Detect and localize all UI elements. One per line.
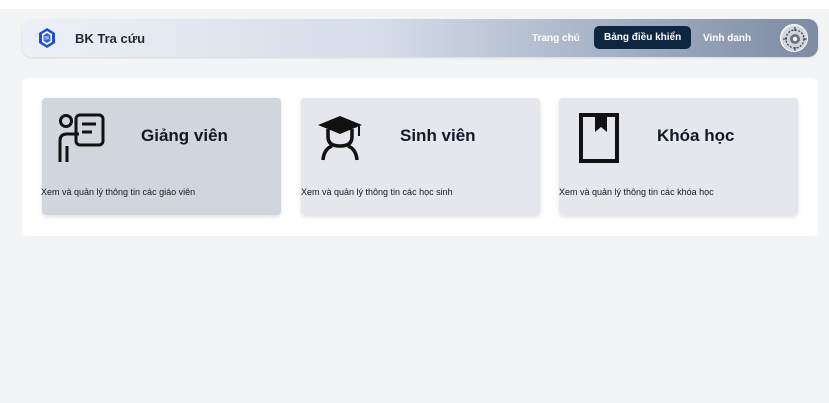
card-title: Sinh viên: [400, 126, 476, 145]
card-students[interactable]: Sinh viên Xem và quản lý thông tin các h…: [301, 98, 540, 215]
teacher-icon: [58, 113, 105, 162]
card-description: Xem và quản lý thông tin các học sinh: [301, 187, 453, 197]
user-avatar[interactable]: [780, 24, 808, 52]
svg-text:BK: BK: [44, 36, 50, 41]
content-panel: Giảng viên Xem và quản lý thông tin các …: [22, 78, 818, 236]
avatar-pattern-icon: [782, 26, 807, 51]
book-bookmark-icon: [579, 113, 619, 163]
student-graduate-icon: [318, 116, 362, 161]
card-teachers[interactable]: Giảng viên Xem và quản lý thông tin các …: [41, 98, 281, 215]
navbar: BK BK Tra cứu Trang chủ Bảng điều khiển …: [22, 19, 818, 57]
browser-top-strip: [0, 0, 829, 9]
card-description: Xem và quản lý thông tin các giáo viên: [41, 187, 196, 197]
card-title: Khóa học: [657, 126, 735, 145]
card-courses[interactable]: Khóa học Xem và quản lý thông tin các kh…: [559, 98, 798, 215]
card-description: Xem và quản lý thông tin các khóa học: [559, 187, 714, 197]
brand[interactable]: BK BK Tra cứu: [37, 27, 145, 49]
nav-dashboard-link[interactable]: Bảng điều khiển: [594, 26, 692, 49]
bk-logo-icon: BK: [39, 28, 55, 48]
brand-name: BK Tra cứu: [75, 30, 146, 46]
nav-honor-link[interactable]: Vinh danh: [703, 33, 751, 44]
nav-home-link[interactable]: Trang chủ: [532, 33, 580, 44]
card-title: Giảng viên: [141, 126, 228, 145]
